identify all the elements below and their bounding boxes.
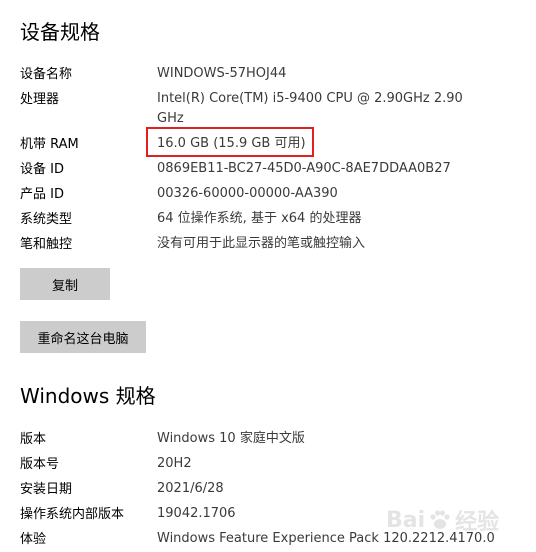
spec-label: 设备 ID [20, 162, 64, 177]
spec-label: 安装日期 [20, 482, 73, 497]
spec-value: 没有可用于此显示器的笔或触控输入 [157, 236, 366, 251]
spec-value: Intel(R) Core(TM) i5-9400 CPU @ 2.90GHz … [157, 91, 463, 126]
spec-label: 系统类型 [20, 212, 73, 227]
spec-row-device-name: 设备名称 WINDOWS-57HOJ44 [20, 62, 520, 87]
spec-label: 产品 ID [20, 187, 64, 202]
spec-value: 0869EB11-BC27-45D0-A90C-8AE7DDAA0B27 [157, 161, 451, 176]
spec-value: 64 位操作系统, 基于 x64 的处理器 [157, 211, 362, 226]
watermark-text-left: Bai [386, 507, 426, 533]
spec-label: 机带 RAM [20, 137, 79, 152]
spec-value: 00326-60000-00000-AA390 [157, 186, 338, 201]
copy-button[interactable]: 复制 [20, 268, 110, 300]
spec-row-system-type: 系统类型 64 位操作系统, 基于 x64 的处理器 [20, 207, 520, 232]
rename-pc-button[interactable]: 重命名这台电脑 [20, 321, 146, 353]
spec-row-processor: 处理器 Intel(R) Core(TM) i5-9400 CPU @ 2.90… [20, 87, 520, 132]
baidu-jingyan-watermark: Bai 经验 [386, 500, 516, 540]
ram-highlight-box [146, 127, 314, 157]
about-settings-page: 设备规格 设备名称 WINDOWS-57HOJ44 处理器 Intel(R) C… [0, 0, 536, 552]
spec-row-install-date: 安装日期 2021/6/28 [20, 477, 520, 502]
spec-row-edition: 版本 Windows 10 家庭中文版 [20, 427, 520, 452]
spec-label: 操作系统内部版本 [20, 507, 125, 522]
spec-value: WINDOWS-57HOJ44 [157, 66, 287, 81]
spec-label: 版本号 [20, 457, 60, 472]
device-specs-title: 设备规格 [20, 20, 100, 44]
spec-value: 20H2 [157, 456, 192, 471]
spec-value: Windows 10 家庭中文版 [157, 431, 305, 446]
paw-icon [430, 510, 450, 529]
spec-row-device-id: 设备 ID 0869EB11-BC27-45D0-A90C-8AE7DDAA0B… [20, 157, 520, 182]
spec-row-product-id: 产品 ID 00326-60000-00000-AA390 [20, 182, 520, 207]
spec-row-version: 版本号 20H2 [20, 452, 520, 477]
spec-label: 版本 [20, 432, 47, 447]
spec-label: 处理器 [20, 92, 60, 107]
windows-specs-title: Windows 规格 [20, 384, 156, 408]
spec-label: 设备名称 [20, 67, 73, 82]
watermark-text-right: 经验 [455, 510, 500, 535]
device-specs-table: 设备名称 WINDOWS-57HOJ44 处理器 Intel(R) Core(T… [20, 62, 520, 257]
spec-label: 笔和触控 [20, 237, 73, 252]
spec-row-pen-touch: 笔和触控 没有可用于此显示器的笔或触控输入 [20, 232, 520, 257]
spec-value: 2021/6/28 [157, 481, 224, 496]
spec-label: 体验 [20, 532, 47, 547]
